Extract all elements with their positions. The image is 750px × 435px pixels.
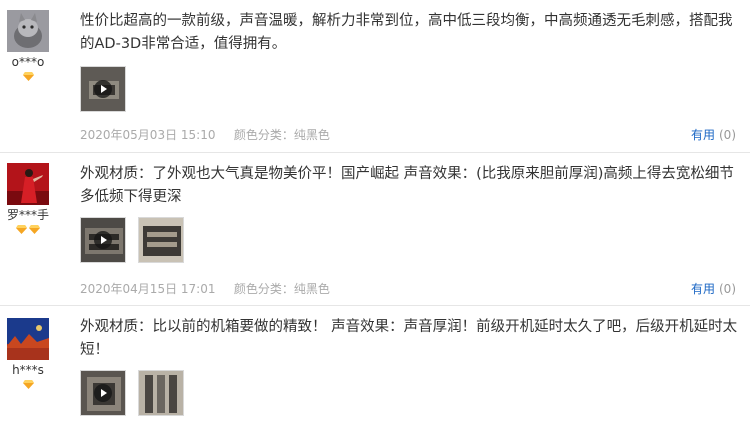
useful-label: 有用 [690,282,715,296]
image-thumbnail[interactable] [138,217,184,263]
useful-label: 有用 [690,128,715,142]
useful-button[interactable]: 有用 (0) [691,126,736,143]
review-text: 外观材质：了外观也大气真是物美价平！国产崛起 声音效果：(比我原来胆前厚润)高频… [80,166,734,205]
color-variant: 颜色分类：纯黑色 [233,128,330,142]
vip-badges [4,225,52,237]
review-text: 性价比超高的一款前级，声音温暖，解析力非常到位，高中低三段均衡，中高频通透无毛刺… [80,13,733,52]
review-media [80,370,184,416]
diamond-icon [22,380,34,389]
video-thumbnail[interactable] [80,66,126,112]
review-date: 2020年04月15日 17:01 [80,282,216,296]
diamond-icon [16,225,27,234]
vip-badges [4,380,52,392]
review-media [80,217,184,263]
reviewer-info: h***s [4,318,52,392]
avatar[interactable] [7,163,49,205]
divider [0,152,750,153]
color-variant: 颜色分类：纯黑色 [233,282,330,296]
useful-count: (0) [719,128,736,142]
diamond-icon [29,225,40,234]
review-content: 性价比超高的一款前级，声音温暖，解析力非常到位，高中低三段均衡，中高频通透无毛刺… [80,10,745,56]
vip-badges [4,72,52,84]
reviewer-info: o***o [4,10,52,84]
video-thumbnail[interactable] [80,370,126,416]
review-content: 外观材质：比以前的机箱要做的精致！ 声音效果：声音厚润！前级开机延时太久了吧，后… [80,316,745,362]
review-meta: 2020年04月15日 17:01 颜色分类：纯黑色 [80,280,330,297]
review-content: 外观材质：了外观也大气真是物美价平！国产崛起 声音效果：(比我原来胆前厚润)高频… [80,163,745,209]
play-icon [94,231,112,249]
review-media [80,66,126,112]
reviewer-info: 罗***手 [4,163,52,237]
username: h***s [12,363,44,377]
useful-count: (0) [719,282,736,296]
play-icon [94,384,112,402]
review-date: 2020年05月03日 15:10 [80,128,216,142]
avatar[interactable] [7,10,49,52]
video-thumbnail[interactable] [80,217,126,263]
image-thumbnail[interactable] [138,370,184,416]
play-icon [94,80,112,98]
username: 罗***手 [6,208,49,222]
username: o***o [11,55,45,69]
avatar[interactable] [7,318,49,360]
review-text: 外观材质：比以前的机箱要做的精致！ 声音效果：声音厚润！前级开机延时太久了吧，后… [80,319,738,358]
diamond-icon [22,72,34,81]
review-meta: 2020年05月03日 15:10 颜色分类：纯黑色 [80,126,330,143]
divider [0,305,750,306]
useful-button[interactable]: 有用 (0) [691,280,736,297]
